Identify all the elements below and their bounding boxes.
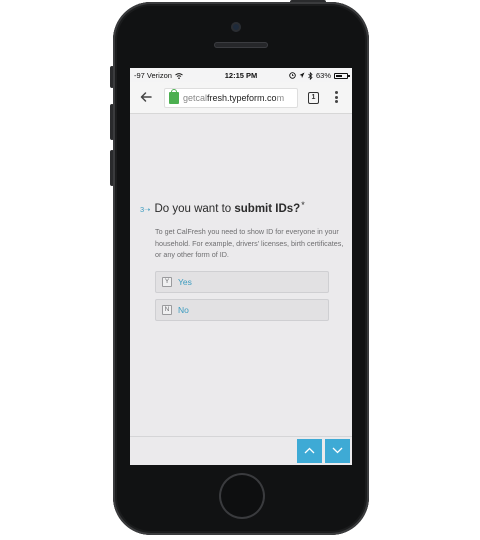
- home-button[interactable]: [219, 473, 265, 519]
- alarm-icon: [289, 72, 296, 79]
- url-domain: fresh.typeform.co: [207, 93, 277, 103]
- battery-percent: 63%: [315, 71, 331, 80]
- footer-divider: [130, 436, 352, 437]
- earpiece-speaker: [214, 42, 268, 48]
- choice-yes[interactable]: Y Yes: [155, 271, 329, 293]
- back-arrow-icon[interactable]: [139, 90, 153, 104]
- choice-no[interactable]: N No: [155, 299, 329, 321]
- question-heading: 3➝ Do you want to submit IDs? *: [140, 200, 305, 215]
- url-prefix: getcal: [183, 93, 208, 103]
- lock-icon: [169, 89, 179, 104]
- question-title: Do you want to submit IDs?: [154, 203, 300, 215]
- front-camera: [231, 22, 241, 32]
- url-suffix: m: [276, 93, 285, 103]
- address-bar[interactable]: getcalfresh.typeform.com: [164, 88, 298, 108]
- status-right: 63%: [289, 71, 350, 80]
- chevron-up-icon: [304, 447, 315, 454]
- question-title-plain: Do you want to: [154, 203, 235, 215]
- tabs-count-button[interactable]: 1: [308, 92, 319, 104]
- question-title-bold: submit IDs?: [234, 203, 301, 215]
- choice-label-yes: Yes: [178, 277, 192, 287]
- question-number: 3➝: [140, 205, 151, 214]
- choice-key-yes: Y: [162, 277, 172, 287]
- choice-key-no: N: [162, 305, 172, 315]
- status-bar: -97 Verizon 12:15 PM 63%: [130, 68, 352, 82]
- next-question-button[interactable]: [325, 439, 350, 463]
- overflow-menu-icon[interactable]: [335, 91, 339, 105]
- battery-fill: [336, 74, 343, 77]
- battery-icon: [334, 72, 350, 79]
- question-description: To get CalFresh you need to show ID for …: [155, 227, 344, 259]
- chevron-down-icon: [332, 447, 343, 454]
- choice-label-no: No: [178, 305, 189, 315]
- bluetooth-icon: [308, 71, 313, 80]
- location-icon: [299, 72, 305, 78]
- phone-screen: -97 Verizon 12:15 PM 63% getcalfresh.typ…: [130, 68, 352, 465]
- browser-toolbar: getcalfresh.typeform.com 1: [130, 82, 352, 114]
- previous-question-button[interactable]: [297, 439, 322, 463]
- required-mark: *: [301, 200, 305, 210]
- url-text: getcalfresh.typeform.com: [183, 93, 284, 103]
